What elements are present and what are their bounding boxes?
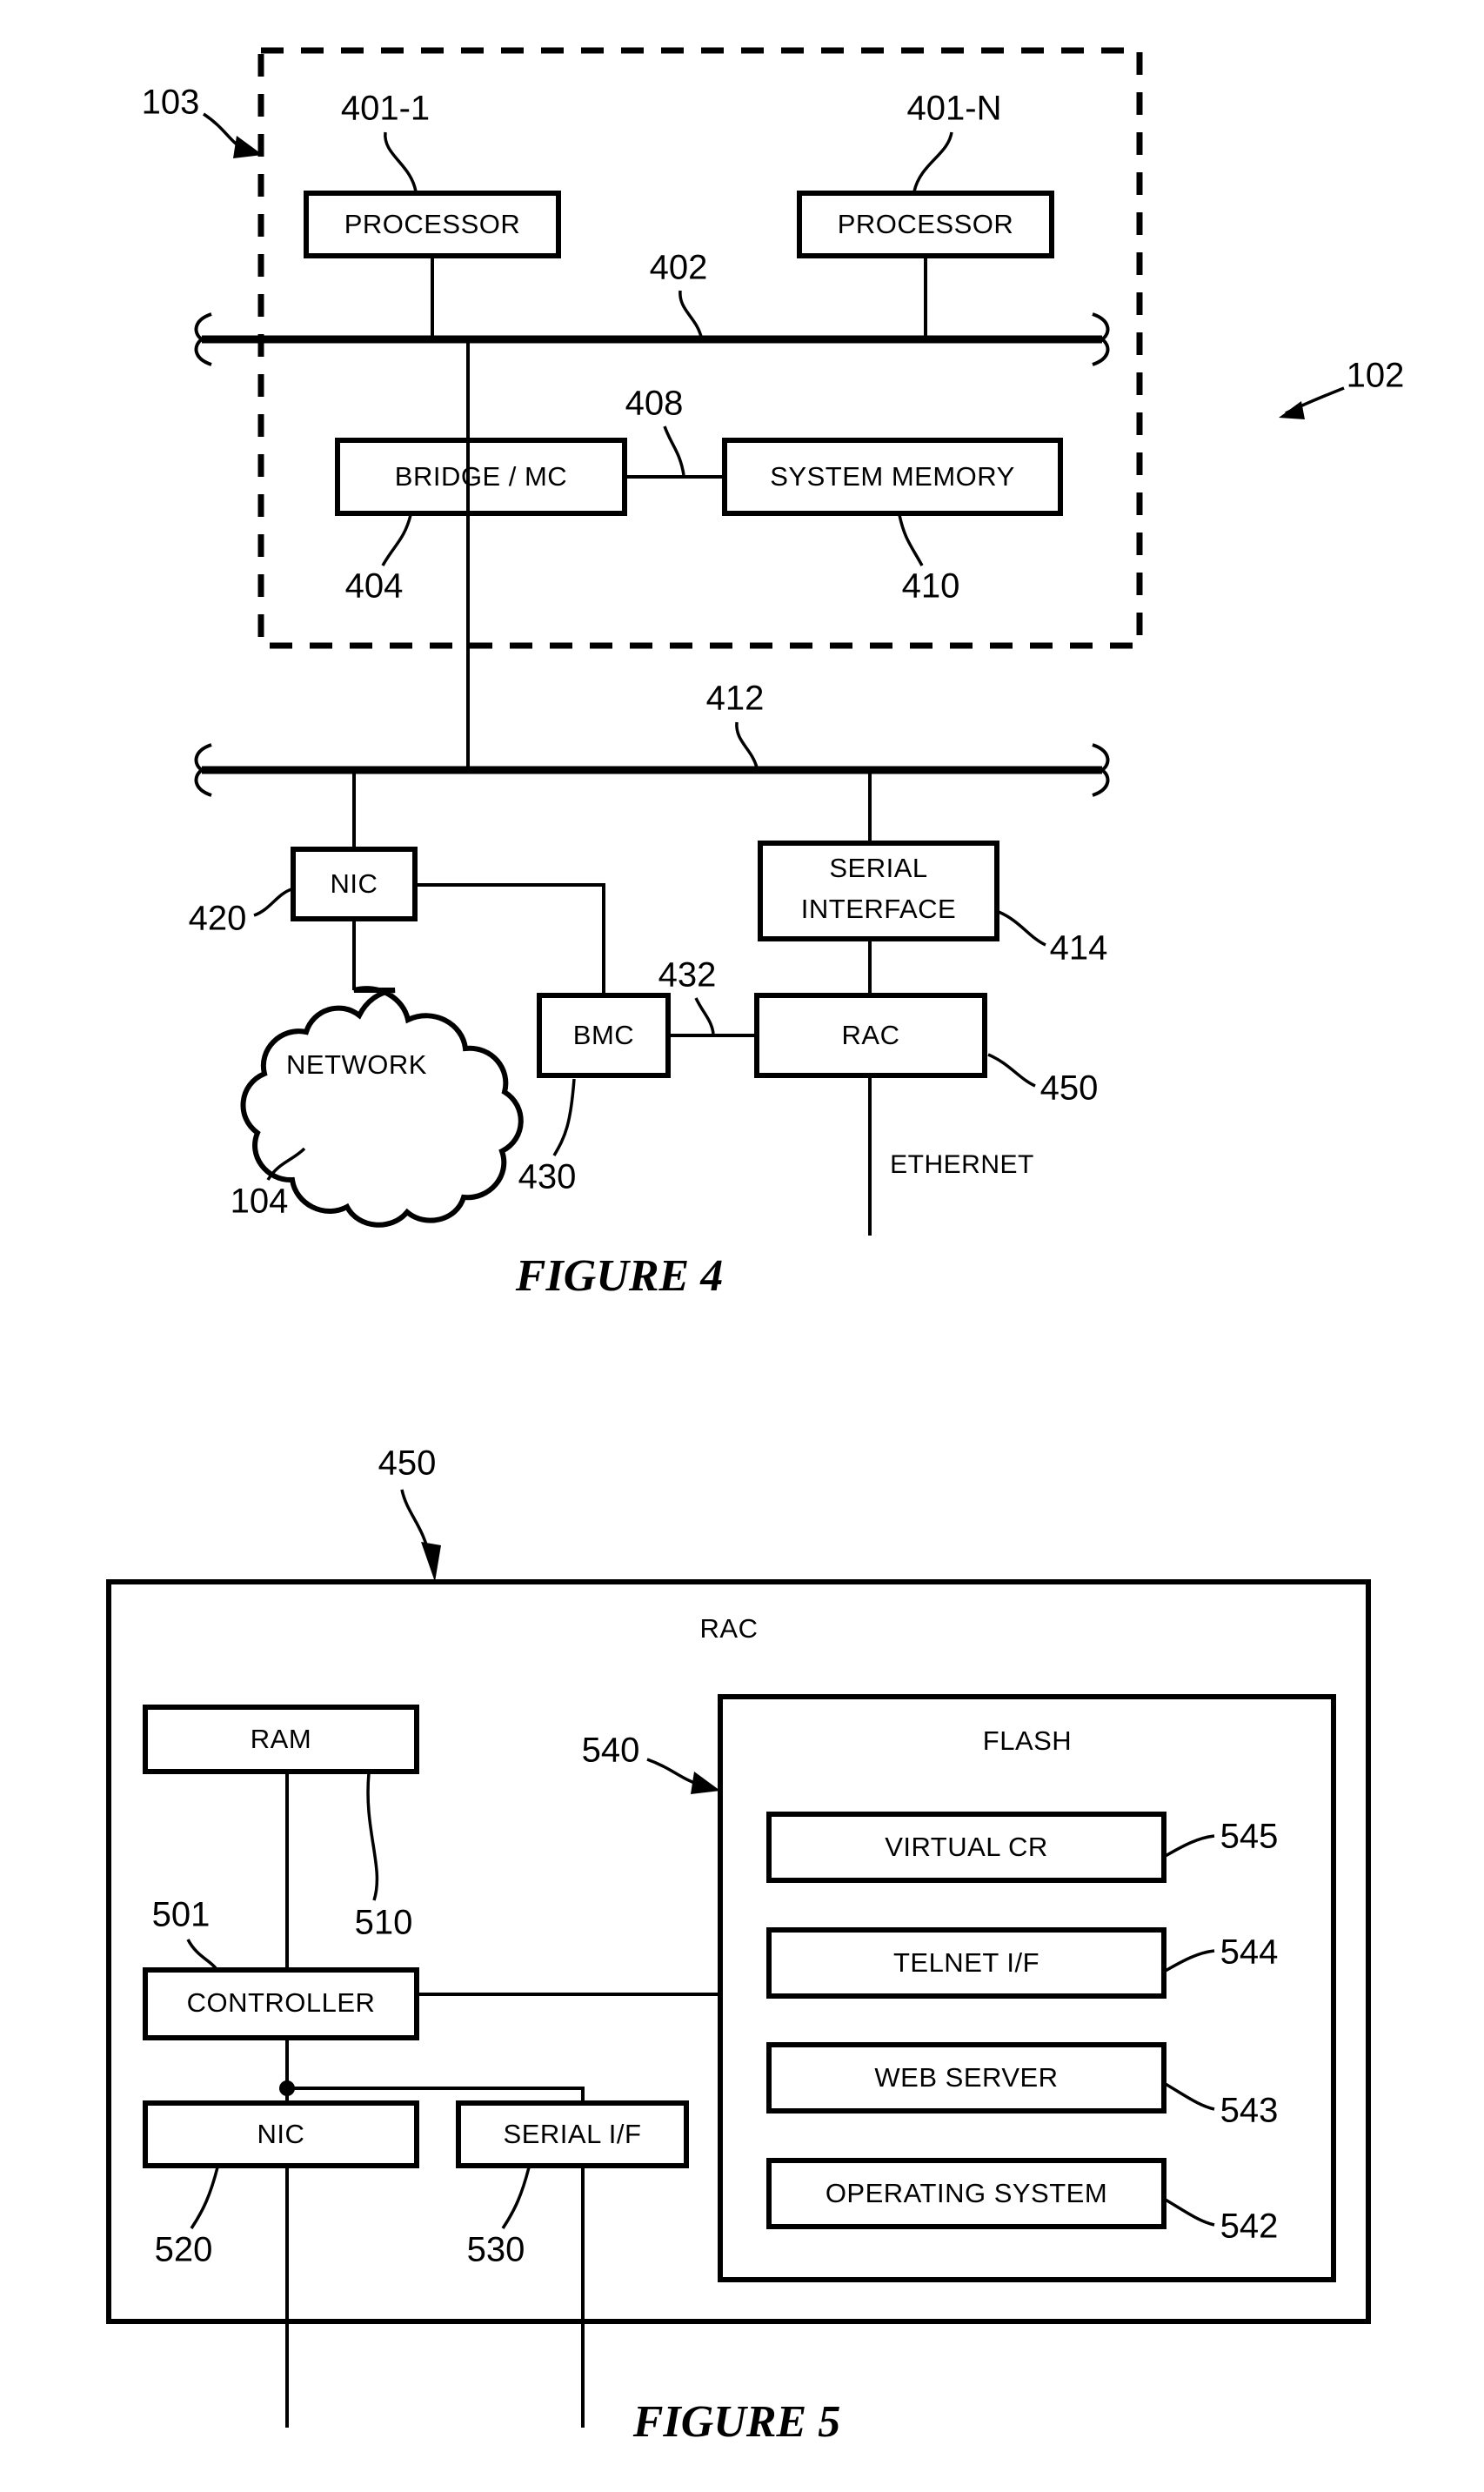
ref-402: 402 [650, 249, 708, 287]
ref-430: 430 [518, 1158, 577, 1196]
flash-label: FLASH [983, 1725, 1072, 1756]
controller-label: CONTROLLER [187, 1987, 376, 2018]
ref-420-leader [253, 888, 292, 917]
ref-510: 510 [355, 1904, 413, 1942]
patent-drawing-sheet: 103 102 PROCESSOR 401-1 PROCESSOR 401-N … [0, 0, 1484, 2492]
ref-420: 420 [189, 900, 247, 938]
bridge-mc-label: BRIDGE / MC [395, 461, 567, 492]
ref-103: 103 [142, 84, 200, 122]
ref-520-leader [190, 2167, 219, 2229]
fig5-nic-label: NIC [257, 2119, 305, 2149]
ref-510-leader [366, 1772, 379, 1901]
ref-450-fig4-leader [987, 1053, 1036, 1088]
network-label: NETWORK [286, 1049, 427, 1080]
operating-system-label: OPERATING SYSTEM [826, 2178, 1107, 2208]
ref-530: 530 [467, 2231, 525, 2269]
ref-104: 104 [231, 1182, 289, 1221]
figure-5-group: 450 RAC RAM 510 CONTROLLER 501 NIC 520 S… [106, 1444, 1371, 2447]
ref-540: 540 [582, 1732, 640, 1770]
ref-542-leader [1163, 2197, 1215, 2227]
serial-if-label: SERIAL I/F [504, 2119, 642, 2149]
ethernet-label: ETHERNET [890, 1150, 1034, 1179]
ref-450-fig5: 450 [378, 1444, 437, 1483]
ref-414-leader [998, 910, 1046, 947]
ram-label: RAM [251, 1724, 311, 1754]
ref-432-leader [694, 997, 715, 1035]
figure-5-caption: FIGURE 5 [632, 2397, 840, 2447]
ref-410-leader [898, 514, 924, 566]
figure-4-group: 103 102 PROCESSOR 401-1 PROCESSOR 401-N … [142, 47, 1405, 1301]
ref-501: 501 [152, 1896, 211, 1934]
rac-outer-box [106, 1579, 1371, 2324]
ref-450-fig5-arrowhead [421, 1542, 441, 1582]
virtual-cr-label: VIRTUAL CR [885, 1832, 1048, 1862]
ref-404-leader [381, 514, 412, 566]
system-boundary-103 [257, 47, 1143, 649]
ref-432: 432 [658, 956, 717, 995]
ref-520: 520 [155, 2231, 213, 2269]
serial-interface-label-line2: INTERFACE [801, 894, 956, 924]
web-server-label: WEB SERVER [874, 2062, 1058, 2093]
system-memory-label: SYSTEM MEMORY [770, 461, 1015, 492]
ref-401-n-leader [912, 131, 953, 192]
nic-label: NIC [331, 868, 378, 899]
ref-404: 404 [345, 567, 404, 606]
ref-102-arrowhead [1279, 401, 1305, 419]
ref-530-leader [501, 2167, 531, 2229]
ref-543: 543 [1220, 2092, 1279, 2130]
ref-410: 410 [902, 567, 960, 606]
figure-4-caption: FIGURE 4 [515, 1251, 723, 1301]
ref-401-1-leader [384, 131, 418, 192]
bmc-label: BMC [573, 1020, 634, 1050]
ref-414: 414 [1050, 929, 1108, 968]
ref-408-leader [663, 425, 685, 476]
telnet-if-label: TELNET I/F [893, 1947, 1039, 1978]
processor-1-label: PROCESSOR [344, 209, 521, 239]
ref-545: 545 [1220, 1818, 1279, 1856]
ref-544: 544 [1220, 1933, 1279, 1972]
ref-402-leader [678, 290, 703, 338]
ref-401-1: 401-1 [341, 90, 430, 128]
serial-interface-label-line1: SERIAL [829, 853, 927, 883]
rac-title: RAC [700, 1613, 759, 1644]
ref-545-leader [1163, 1834, 1215, 1859]
ref-102: 102 [1347, 357, 1405, 395]
ref-540-arrowhead [691, 1772, 720, 1794]
nic-bmc-link [415, 883, 605, 995]
ref-544-leader [1163, 1949, 1215, 1973]
ref-412: 412 [706, 680, 765, 718]
ref-401-n: 401-N [907, 90, 1002, 128]
ref-543-leader [1163, 2081, 1215, 2111]
processor-n-label: PROCESSOR [838, 209, 1014, 239]
ref-430-leader [552, 1078, 576, 1156]
ref-408: 408 [625, 385, 684, 423]
rac-label: RAC [842, 1020, 900, 1050]
ref-412-leader [735, 721, 759, 768]
ref-450-fig4: 450 [1040, 1069, 1099, 1108]
ref-542: 542 [1220, 2207, 1279, 2246]
ref-501-leader [186, 1939, 217, 1970]
